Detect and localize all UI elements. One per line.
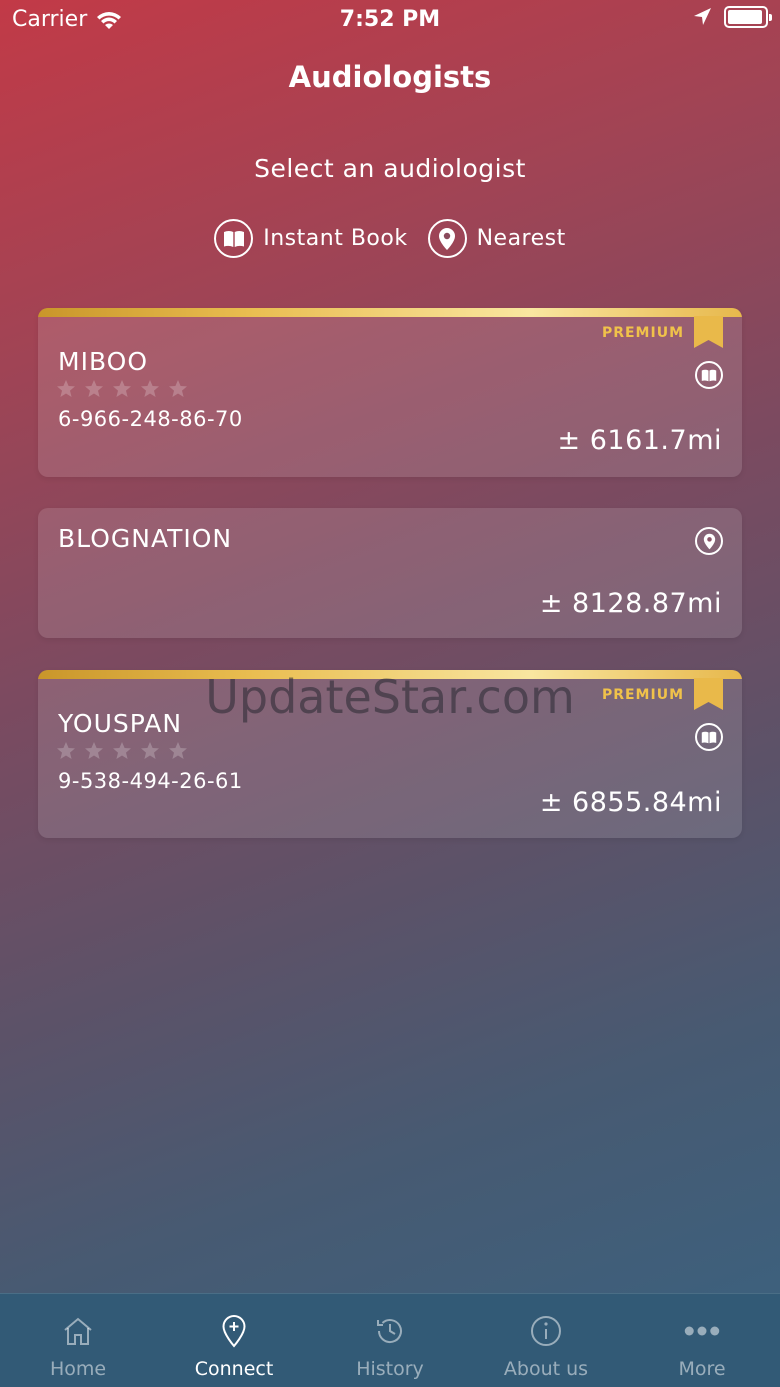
audiologist-name: BLOGNATION — [58, 524, 233, 553]
battery-icon — [724, 6, 772, 28]
audiologist-phone[interactable]: 9-538-494-26-61 — [58, 769, 243, 793]
tab-more[interactable]: More — [624, 1294, 780, 1387]
audiologist-card-miboo[interactable]: PREMIUM MIBOO 6-966-248-86-70 ± 6161.7mi — [38, 308, 742, 477]
audiologist-distance: ± 6161.7mi — [557, 425, 722, 456]
tab-label: Connect — [194, 1358, 274, 1380]
tab-bar: Home Connect History About us More — [0, 1293, 780, 1387]
home-icon — [60, 1313, 96, 1349]
premium-label: PREMIUM — [601, 325, 684, 341]
audiologist-name: MIBOO — [58, 347, 149, 376]
tab-label: History — [356, 1358, 424, 1380]
location-plus-icon — [216, 1313, 252, 1349]
star-icon — [57, 742, 75, 759]
book-icon — [695, 723, 723, 751]
location-arrow-icon — [694, 8, 711, 25]
filter-nearest[interactable]: Nearest — [427, 219, 566, 258]
tab-label: About us — [503, 1358, 589, 1380]
filter-bar: Instant Book Nearest — [0, 219, 780, 258]
page-title: Audiologists — [288, 60, 492, 94]
select-audiologist-subtitle: Select an audiologist — [254, 154, 526, 183]
premium-ribbon-icon — [694, 316, 723, 348]
star-icon — [57, 380, 75, 397]
filter-label: Instant Book — [263, 226, 408, 251]
location-pin-icon — [427, 219, 467, 258]
status-right — [692, 6, 772, 28]
rating-stars — [56, 741, 188, 761]
audiologist-card-blognation[interactable]: BLOGNATION ± 8128.87mi — [38, 508, 742, 638]
audiologist-distance: ± 8128.87mi — [539, 588, 722, 619]
tab-label: More — [678, 1358, 726, 1380]
star-icon — [141, 380, 159, 397]
filter-label: Nearest — [476, 226, 566, 251]
info-icon — [528, 1313, 564, 1349]
tab-connect[interactable]: Connect — [156, 1294, 312, 1387]
status-time: 7:52 PM — [339, 7, 441, 32]
star-icon — [85, 742, 103, 759]
tab-history[interactable]: History — [312, 1294, 468, 1387]
tab-label: Home — [49, 1358, 107, 1380]
book-icon — [695, 361, 723, 389]
star-icon — [113, 742, 131, 759]
filter-instant-book[interactable]: Instant Book — [214, 219, 407, 258]
watermark: UpdateStar.com — [205, 670, 575, 724]
more-dots-icon — [684, 1313, 720, 1349]
star-icon — [141, 742, 159, 759]
book-icon — [214, 219, 254, 258]
audiologist-distance: ± 6855.84mi — [539, 787, 722, 818]
history-clock-icon — [372, 1313, 408, 1349]
star-icon — [113, 380, 131, 397]
star-icon — [169, 380, 187, 397]
star-icon — [169, 742, 187, 759]
rating-stars — [56, 379, 188, 399]
status-bar: Carrier 7:52 PM — [0, 0, 780, 40]
tab-home[interactable]: Home — [0, 1294, 156, 1387]
audiologist-phone[interactable]: 6-966-248-86-70 — [58, 407, 243, 431]
tab-about-us[interactable]: About us — [468, 1294, 624, 1387]
location-pin-icon — [695, 527, 723, 555]
star-icon — [85, 380, 103, 397]
